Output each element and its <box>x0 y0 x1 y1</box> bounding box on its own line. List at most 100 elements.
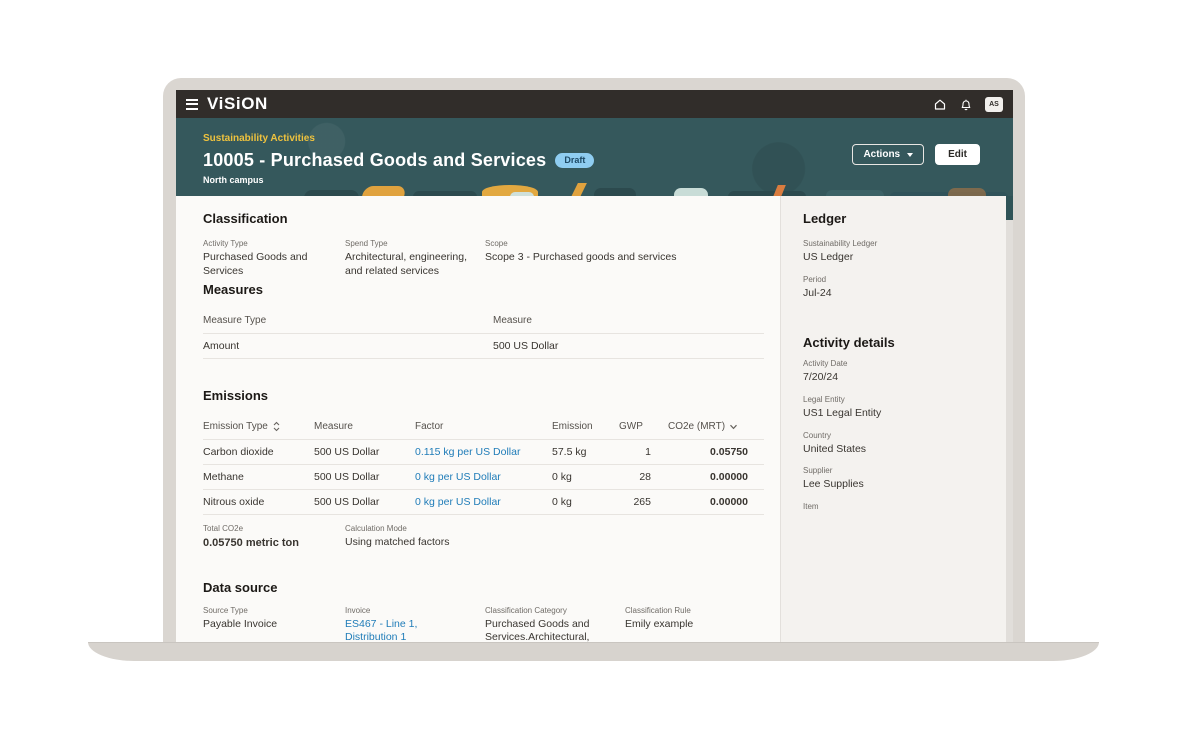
field-spend-type: Spend Type Architectural, engineering, a… <box>345 239 485 278</box>
gwp-cell: 265 <box>619 496 664 508</box>
column-header: Measure <box>314 421 415 432</box>
field-label: Total CO2e <box>203 524 345 534</box>
measure-cell: 500 US Dollar <box>314 496 415 508</box>
emissions-table-header: Emission Type Measure Factor Emission GW… <box>203 414 764 440</box>
emission-cell: 0 kg <box>552 496 619 508</box>
field-total-co2e: Total CO2e 0.05750 metric ton <box>203 524 345 550</box>
notifications-bell-icon[interactable] <box>960 98 972 111</box>
section-title-ledger: Ledger <box>803 212 999 225</box>
field-label: Scope <box>485 239 764 249</box>
home-icon[interactable] <box>933 98 947 111</box>
field-supplier: Supplier Lee Supplies <box>803 466 999 492</box>
field-value: Using matched factors <box>345 536 764 550</box>
column-header: Measure <box>493 315 764 326</box>
field-label: Activity Date <box>803 359 999 369</box>
page: ViSiON AS <box>0 0 1187 742</box>
field-value: United States <box>803 443 999 457</box>
leaf-decoration <box>674 188 708 196</box>
field-label: Calculation Mode <box>345 524 764 534</box>
table-row[interactable]: Methane 500 US Dollar 0 kg per US Dollar… <box>203 465 764 490</box>
emission-cell: 0 kg <box>552 471 619 483</box>
column-header-emission-type[interactable]: Emission Type <box>203 421 314 432</box>
page-header: Sustainability Activities 10005 - Purcha… <box>176 118 1013 196</box>
field-value: Scope 3 - Purchased goods and services <box>485 251 764 265</box>
breadcrumb[interactable]: Sustainability Activities <box>203 133 315 144</box>
edit-button[interactable]: Edit <box>935 144 980 165</box>
section-title-measures: Measures <box>203 283 764 296</box>
leaf-decoration <box>304 190 359 196</box>
leaf-decoration <box>594 188 636 196</box>
page-title: 10005 - Purchased Goods and Services <box>203 150 546 171</box>
measures-table-header: Measure Type Measure <box>203 308 764 334</box>
measure-cell: 500 US Dollar <box>493 340 764 352</box>
leaf-decoration <box>948 188 986 196</box>
co2e-cell: 0.00000 <box>664 471 764 483</box>
menu-icon[interactable] <box>186 99 198 110</box>
section-title-classification: Classification <box>203 212 764 225</box>
scrollbar-thumb[interactable] <box>1006 196 1013 220</box>
section-title-emissions: Emissions <box>203 389 764 402</box>
invoice-link[interactable]: ES467 - Line 1, Distribution 1 <box>345 618 485 642</box>
column-header: Emission <box>552 421 619 432</box>
scrollbar[interactable] <box>1006 196 1013 642</box>
column-header-label: CO2e (MRT) <box>668 421 725 432</box>
measure-cell: 500 US Dollar <box>314 471 415 483</box>
emissions-totals: Total CO2e 0.05750 metric ton Calculatio… <box>203 524 764 550</box>
avatar[interactable]: AS <box>985 97 1003 112</box>
field-label: Legal Entity <box>803 395 999 405</box>
field-country: Country United States <box>803 431 999 457</box>
emission-type-cell: Methane <box>203 471 314 483</box>
field-label: Item <box>803 502 999 512</box>
field-value: Jul-24 <box>803 287 999 301</box>
field-value: Purchased Goods and Services.Architectur… <box>485 618 625 642</box>
caret-down-icon <box>907 153 913 157</box>
co2e-cell: 0.05750 <box>664 446 764 458</box>
field-invoice: Invoice ES467 - Line 1, Distribution 1 <box>345 606 485 642</box>
field-value: Lee Supplies <box>803 478 999 492</box>
field-value: 7/20/24 <box>803 371 999 385</box>
details-sidebar: Ledger Sustainability Ledger US Ledger P… <box>781 196 1013 642</box>
factor-link[interactable]: 0 kg per US Dollar <box>415 471 552 483</box>
section-title-data-source: Data source <box>203 581 764 594</box>
app-logo: ViSiON <box>207 95 268 114</box>
field-value: 0.05750 metric ton <box>203 536 345 550</box>
field-label: Classification Category <box>485 606 625 616</box>
leaf-decoration <box>413 191 477 196</box>
table-row[interactable]: Nitrous oxide 500 US Dollar 0 kg per US … <box>203 490 764 515</box>
field-scope: Scope Scope 3 - Purchased goods and serv… <box>485 239 764 278</box>
field-value: Architectural, engineering, and related … <box>345 251 485 278</box>
field-sustainability-ledger: Sustainability Ledger US Ledger <box>803 239 999 265</box>
laptop-base <box>88 642 1099 661</box>
field-legal-entity: Legal Entity US1 Legal Entity <box>803 395 999 421</box>
column-header-label: Emission Type <box>203 421 268 432</box>
field-calculation-mode: Calculation Mode Using matched factors <box>345 524 764 550</box>
content: Classification Activity Type Purchased G… <box>176 196 1013 642</box>
table-row[interactable]: Carbon dioxide 500 US Dollar 0.115 kg pe… <box>203 440 764 465</box>
emission-cell: 57.5 kg <box>552 446 619 458</box>
emission-type-cell: Carbon dioxide <box>203 446 314 458</box>
field-label: Invoice <box>345 606 485 616</box>
actions-button[interactable]: Actions <box>852 144 924 165</box>
actions-button-label: Actions <box>863 149 900 160</box>
main-panel: Classification Activity Type Purchased G… <box>176 196 781 642</box>
column-header: GWP <box>619 421 664 432</box>
status-badge: Draft <box>555 153 594 168</box>
field-value: US1 Legal Entity <box>803 407 999 421</box>
field-value: Emily example <box>625 618 764 632</box>
gwp-cell: 1 <box>619 446 664 458</box>
emission-type-cell: Nitrous oxide <box>203 496 314 508</box>
leaf-decoration <box>510 192 534 196</box>
topbar: ViSiON AS <box>176 90 1013 118</box>
column-header-co2e[interactable]: CO2e (MRT) <box>664 421 764 432</box>
field-label: Spend Type <box>345 239 485 249</box>
factor-link[interactable]: 0.115 kg per US Dollar <box>415 446 552 458</box>
field-label: Supplier <box>803 466 999 476</box>
measure-type-cell: Amount <box>203 340 493 352</box>
page-subtitle: North campus <box>203 175 1013 185</box>
topbar-actions: AS <box>933 97 1003 112</box>
emissions-table: Emission Type Measure Factor Emission GW… <box>203 414 764 515</box>
table-row[interactable]: Amount 500 US Dollar <box>203 334 764 359</box>
field-value: US Ledger <box>803 251 999 265</box>
factor-link[interactable]: 0 kg per US Dollar <box>415 496 552 508</box>
data-source-fields: Source Type Payable Invoice Invoice ES46… <box>203 606 764 642</box>
